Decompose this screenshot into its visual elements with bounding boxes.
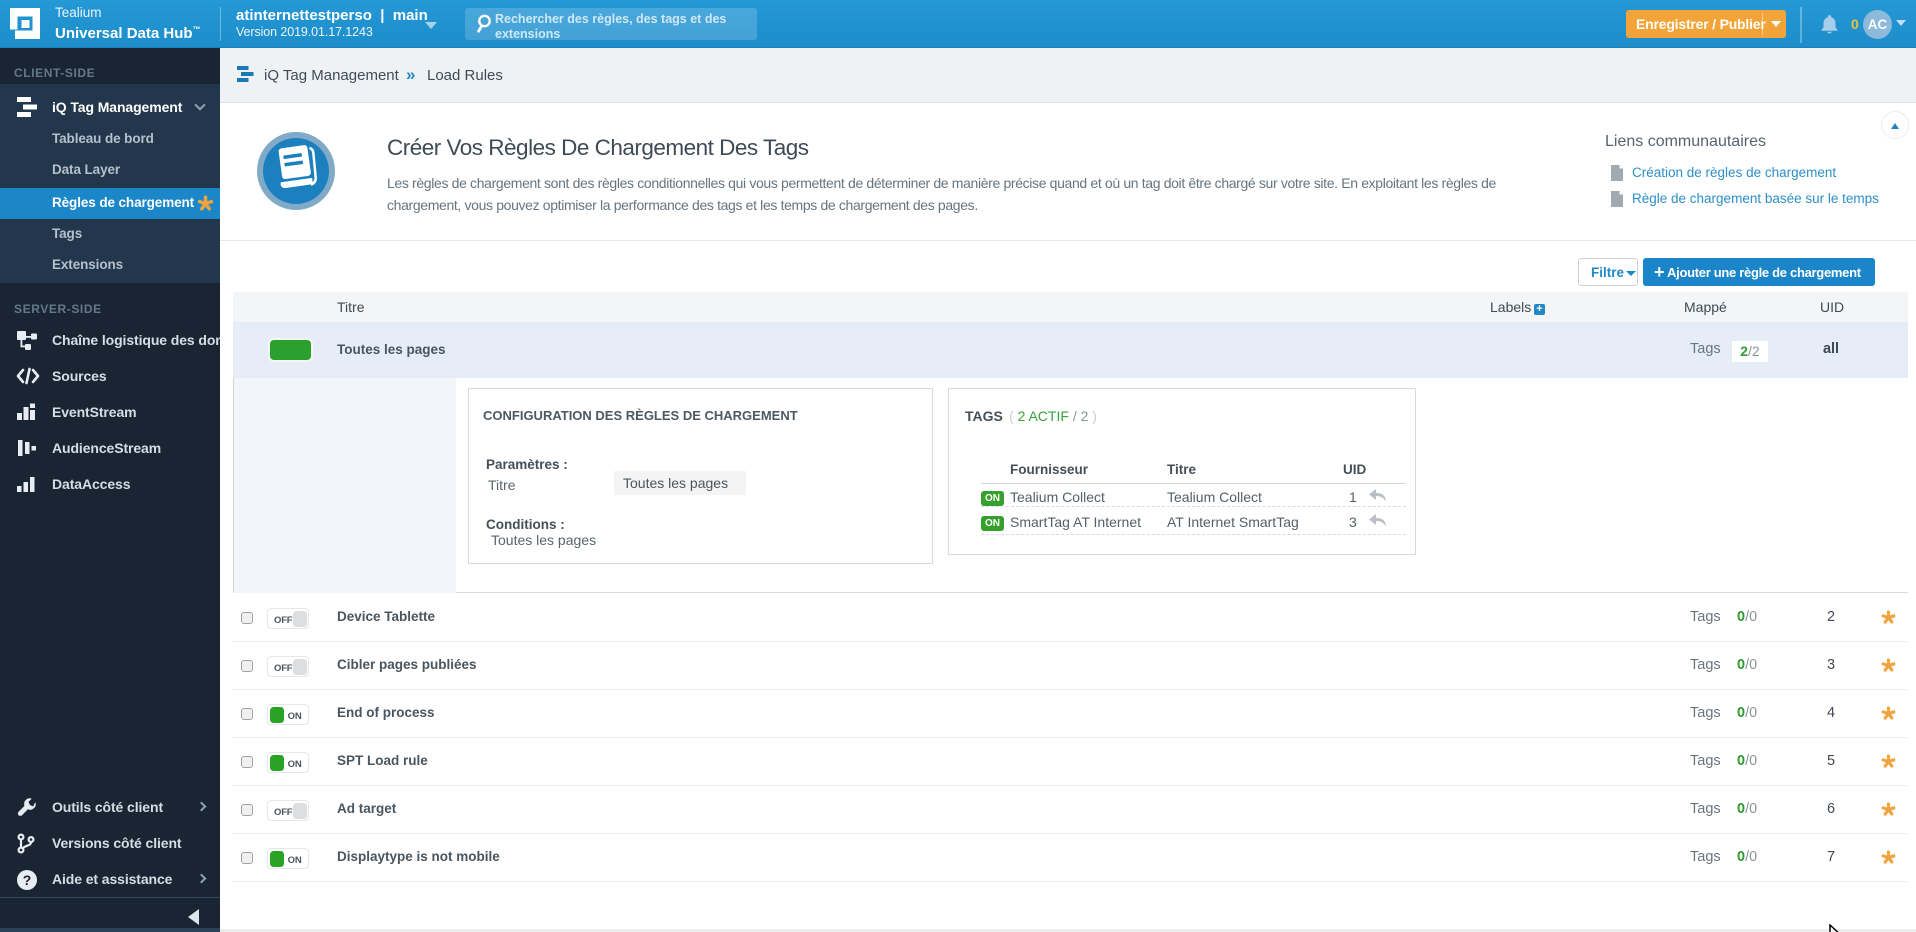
- svg-text:?: ?: [23, 872, 31, 888]
